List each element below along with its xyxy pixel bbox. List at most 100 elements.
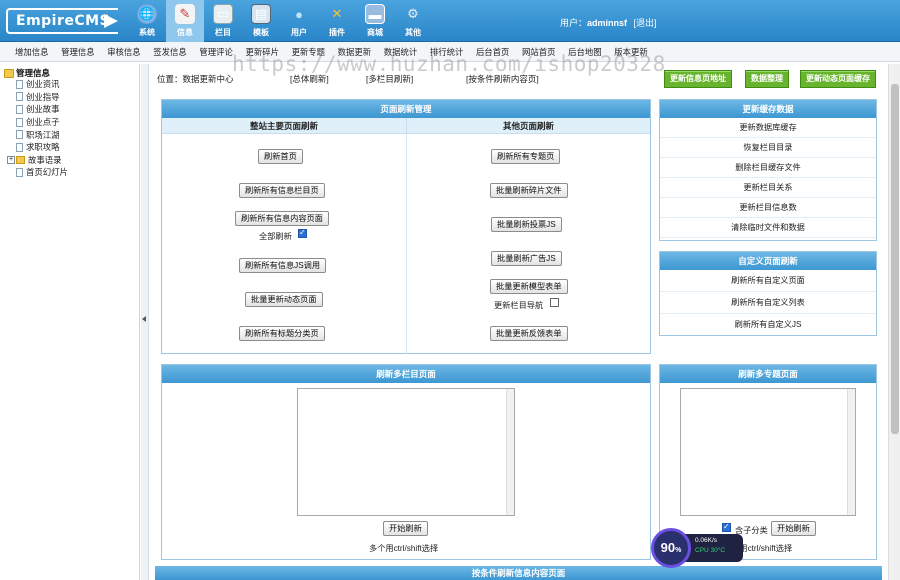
scrollbar[interactable] — [847, 389, 855, 515]
tree-item[interactable]: 创业点子 — [4, 116, 139, 129]
submenu-item[interactable]: 增加信息 — [15, 46, 49, 58]
nav-plugin[interactable]: ✕ 插件 — [318, 0, 356, 42]
document-icon — [16, 130, 23, 140]
cache-link[interactable]: 删除栏目缓存文件 — [660, 158, 876, 178]
custom-link[interactable]: 刷新所有自定义JS — [660, 314, 876, 336]
cache-link[interactable]: 清除临时文件和数据 — [660, 218, 876, 238]
system-monitor-widget: 0.06K/s CPU 30°C 90% — [651, 528, 743, 568]
refresh-all-topics-button[interactable]: 刷新所有专题页 — [491, 149, 561, 164]
user-info: 用户：adminnsf [退出] — [560, 18, 657, 28]
expand-plus-icon[interactable]: + — [7, 155, 15, 164]
submenu-item[interactable]: 管理信息 — [61, 46, 95, 58]
document-icon — [16, 142, 23, 152]
document-icon — [16, 79, 23, 89]
nav-info[interactable]: ✎ 信息 — [166, 0, 204, 42]
location-text: 位置：数据更新中心 — [157, 74, 234, 84]
document-icon — [16, 117, 23, 127]
submenu-item[interactable]: 管理评论 — [199, 46, 233, 58]
batch-refresh-vote-js-button[interactable]: 批量刷新投票JS — [491, 217, 562, 232]
top-header: EmpireCMS 🌐 系统 ✎ 信息 ▭ 栏目 ▤ 模板 ● 用户 ✕ 插件 ▬ 商城 ⚙ 其… — [0, 0, 900, 42]
nav-template[interactable]: ▤ 模板 — [242, 0, 280, 42]
panel-title: 刷新多专题页面 — [660, 365, 876, 383]
refresh-all-columns-button[interactable]: 刷新所有信息栏目页 — [239, 183, 325, 198]
submenu-item[interactable]: 审核信息 — [107, 46, 141, 58]
nav-other[interactable]: ⚙ 其他 — [394, 0, 432, 42]
cache-link[interactable]: 更新栏目关系 — [660, 178, 876, 198]
batch-refresh-fragments-button[interactable]: 批量刷新碎片文件 — [490, 183, 568, 198]
nav-user[interactable]: ● 用户 — [280, 0, 318, 42]
cpu-temp: CPU 30°C — [695, 547, 726, 554]
right-subhead: 其他页面刷新 — [406, 118, 650, 134]
top-nav: 🌐 系统 ✎ 信息 ▭ 栏目 ▤ 模板 ● 用户 ✕ 插件 ▬ 商城 ⚙ 其他 — [128, 0, 432, 42]
plugin-icon: ✕ — [331, 6, 343, 21]
update-info-url-button[interactable]: 更新信息页地址 — [664, 70, 732, 88]
cache-link[interactable]: 恢复栏目目录 — [660, 138, 876, 158]
tree-item[interactable]: 创业故事 — [4, 103, 139, 116]
tree-item[interactable]: 首页幻灯片 — [4, 166, 139, 179]
template-icon: ▤ — [251, 4, 271, 24]
user-icon: ● — [295, 6, 303, 22]
tree-item[interactable]: 创业资讯 — [4, 78, 139, 91]
scrollbar[interactable] — [506, 389, 514, 515]
tree-root[interactable]: 管理信息 — [4, 68, 139, 78]
topic-select-list[interactable] — [680, 388, 856, 516]
custom-page-panel: 自定义页面刷新 刷新所有自定义页面 刷新所有自定义列表 刷新所有自定义JS — [659, 251, 877, 336]
panel-title: 自定义页面刷新 — [660, 252, 876, 270]
folder-icon: ▭ — [213, 4, 233, 24]
logout-link[interactable]: [退出] — [634, 18, 657, 28]
tree-item[interactable]: 职场江湖 — [4, 128, 139, 141]
batch-update-dynamic-button[interactable]: 批量更新动态页面 — [245, 292, 323, 307]
page-scrollbar[interactable] — [888, 64, 900, 580]
column-select-list[interactable] — [297, 388, 515, 516]
tree-item[interactable]: 创业指导 — [4, 91, 139, 104]
refresh-all-label: 全部刷新 — [259, 232, 292, 241]
refresh-title-category-button[interactable]: 刷新所有标题分类页 — [239, 326, 325, 341]
logo: EmpireCMS — [6, 8, 119, 34]
document-icon — [16, 92, 23, 102]
panel-title: 刷新多栏目页面 — [162, 365, 650, 383]
cache-link[interactable]: 更新栏目信息数 — [660, 198, 876, 218]
tree-item-expandable[interactable]: + 故事语录 — [4, 154, 139, 167]
left-tree: 管理信息 创业资讯 创业指导 创业故事 创业点子 职场江湖 求职攻略 + 故事语录… — [0, 64, 140, 580]
refresh-all-content-button[interactable]: 刷新所有信息内容页面 — [235, 211, 329, 226]
refresh-management-panel: 页面刷新管理 整站主要页面刷新 其他页面刷新 刷新首页 刷新所有信息栏目页 刷新… — [161, 99, 651, 354]
scrollbar-thumb[interactable] — [891, 84, 899, 434]
document-icon — [16, 104, 23, 114]
batch-update-model-form-button[interactable]: 批量更新模型表单 — [490, 279, 568, 294]
cache-link[interactable]: 更新数据库缓存 — [660, 118, 876, 138]
update-dynamic-cache-button[interactable]: 更新动态页面缓存 — [800, 70, 876, 88]
tree-item[interactable]: 求职攻略 — [4, 141, 139, 154]
gear-icon: ⚙ — [407, 6, 419, 21]
nav-column[interactable]: ▭ 栏目 — [204, 0, 242, 42]
submenu-item[interactable]: 签发信息 — [153, 46, 187, 58]
sidebar-splitter[interactable] — [141, 64, 149, 580]
start-refresh-button[interactable]: 开始刷新 — [771, 521, 816, 536]
start-refresh-button[interactable]: 开始刷新 — [383, 521, 428, 536]
username: adminnsf — [587, 18, 628, 28]
refresh-home-button[interactable]: 刷新首页 — [258, 149, 303, 164]
edit-icon: ✎ — [175, 4, 195, 24]
folder-icon — [4, 68, 14, 78]
batch-refresh-ad-js-button[interactable]: 批量刷新广告JS — [491, 251, 562, 266]
globe-icon: 🌐 — [137, 4, 157, 24]
shop-icon: ▬ — [365, 4, 385, 24]
panel-title: 页面刷新管理 — [162, 100, 650, 118]
panel-title: 更新缓存数据 — [660, 100, 876, 118]
update-nav-label: 更新栏目导航 — [494, 301, 544, 310]
cache-panel: 更新缓存数据 更新数据库缓存 恢复栏目目录 删除栏目缓存文件 更新栏目关系 更新… — [659, 99, 877, 241]
usage-gauge: 90% — [651, 528, 691, 568]
nav-system[interactable]: 🌐 系统 — [128, 0, 166, 42]
refresh-all-checkbox[interactable] — [298, 228, 307, 238]
update-nav-checkbox[interactable] — [550, 298, 559, 307]
refresh-all-js-button[interactable]: 刷新所有信息JS调用 — [239, 258, 327, 273]
data-organize-button[interactable]: 数据整理 — [745, 70, 789, 88]
batch-update-feedback-form-button[interactable]: 批量更新反馈表单 — [490, 326, 568, 341]
nav-shop[interactable]: ▬ 商城 — [356, 0, 394, 42]
logo-arrow-icon — [104, 14, 118, 28]
upload-speed: 0.06K/s — [695, 537, 718, 544]
collapse-arrow-icon[interactable] — [142, 316, 146, 322]
custom-link[interactable]: 刷新所有自定义页面 — [660, 270, 876, 292]
folder-icon — [16, 155, 25, 164]
custom-link[interactable]: 刷新所有自定义列表 — [660, 292, 876, 314]
column-divider — [406, 134, 407, 354]
